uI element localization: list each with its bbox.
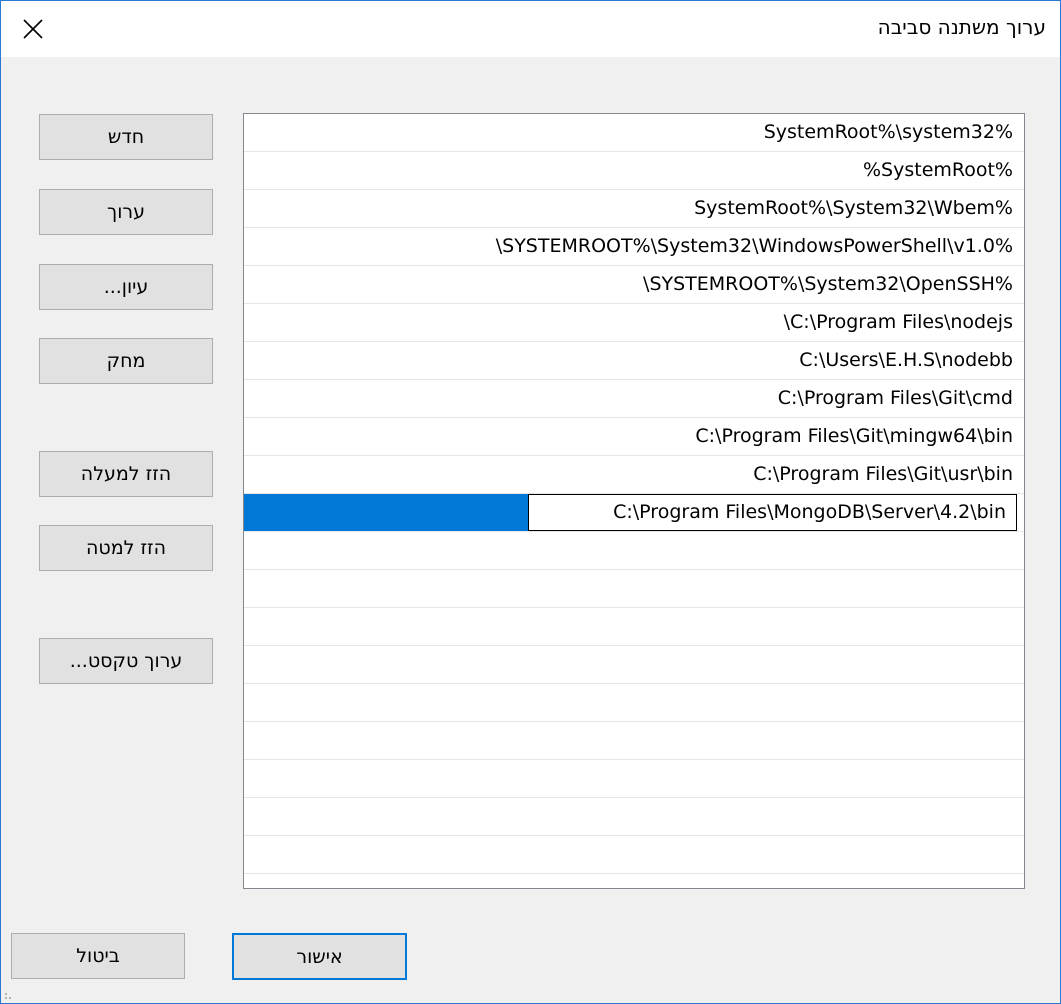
move-up-button[interactable]: הזז למעלה: [39, 451, 213, 497]
list-item-text: C:\Program Files\Git\cmd: [777, 387, 1013, 409]
empty-row: [244, 722, 1024, 760]
dialog-title: ערוך משתנה סביבה: [877, 15, 1046, 39]
empty-row: [244, 684, 1024, 722]
selection-highlight: [244, 494, 528, 531]
list-item[interactable]: C:\Users\E.H.S\nodebb: [244, 342, 1024, 380]
list-item[interactable]: C:\Program Files\Git\cmd: [244, 380, 1024, 418]
edit-button[interactable]: ערוך: [39, 189, 213, 235]
move-down-button[interactable]: הזז למטה: [39, 525, 213, 571]
empty-row: [244, 646, 1024, 684]
list-item[interactable]: C:\Program Files\Git\usr\bin: [244, 456, 1024, 494]
close-button[interactable]: [15, 11, 51, 47]
delete-button[interactable]: מחק: [39, 338, 213, 384]
empty-row: [244, 836, 1024, 874]
close-icon: [23, 19, 43, 39]
empty-row: [244, 798, 1024, 836]
path-list[interactable]: SystemRoot%\system32% %SystemRoot% Syste…: [243, 113, 1025, 889]
new-button[interactable]: חדש: [39, 114, 213, 160]
edit-environment-variable-dialog: ערוך משתנה סביבה SystemRoot%\system32% %…: [0, 0, 1061, 1004]
edit-text-button[interactable]: ערוך טקסט...: [39, 638, 213, 684]
list-item[interactable]: \SYSTEMROOT%\System32\OpenSSH%: [244, 266, 1024, 304]
list-item[interactable]: \SYSTEMROOT%\System32\WindowsPowerShell\…: [244, 228, 1024, 266]
list-item[interactable]: %SystemRoot%: [244, 152, 1024, 190]
browse-button[interactable]: עיון...: [39, 264, 213, 310]
list-item-text: C:\Program Files\Git\mingw64\bin: [695, 425, 1013, 447]
list-item-text: SystemRoot%\system32%: [763, 121, 1013, 143]
ok-button[interactable]: אישור: [232, 933, 407, 980]
path-edit-input[interactable]: C:\Program Files\MongoDB\Server\4.2\bin: [528, 494, 1017, 531]
list-item-text: \SYSTEMROOT%\System32\WindowsPowerShell\…: [495, 235, 1013, 257]
list-item-text: \SYSTEMROOT%\System32\OpenSSH%: [643, 273, 1013, 295]
empty-row: [244, 570, 1024, 608]
list-item-editing[interactable]: C:\Program Files\MongoDB\Server\4.2\bin: [244, 494, 1024, 532]
resize-grip-icon[interactable]: [3, 989, 15, 1001]
list-item-text: SystemRoot%\System32\Wbem%: [694, 197, 1013, 219]
empty-row: [244, 608, 1024, 646]
list-item-text: \C:\Program Files\nodejs: [783, 311, 1013, 333]
list-item-text: C:\Users\E.H.S\nodebb: [799, 349, 1013, 371]
list-item[interactable]: \C:\Program Files\nodejs: [244, 304, 1024, 342]
list-item-text: %SystemRoot%: [862, 159, 1013, 181]
empty-row: [244, 532, 1024, 570]
empty-row: [244, 760, 1024, 798]
title-bar[interactable]: ערוך משתנה סביבה: [1, 1, 1060, 57]
list-item[interactable]: SystemRoot%\system32%: [244, 114, 1024, 152]
list-item-text: C:\Program Files\Git\usr\bin: [753, 463, 1013, 485]
cancel-button[interactable]: ביטול: [11, 933, 185, 979]
list-item[interactable]: SystemRoot%\System32\Wbem%: [244, 190, 1024, 228]
list-item[interactable]: C:\Program Files\Git\mingw64\bin: [244, 418, 1024, 456]
path-edit-value: C:\Program Files\MongoDB\Server\4.2\bin: [613, 501, 1006, 523]
